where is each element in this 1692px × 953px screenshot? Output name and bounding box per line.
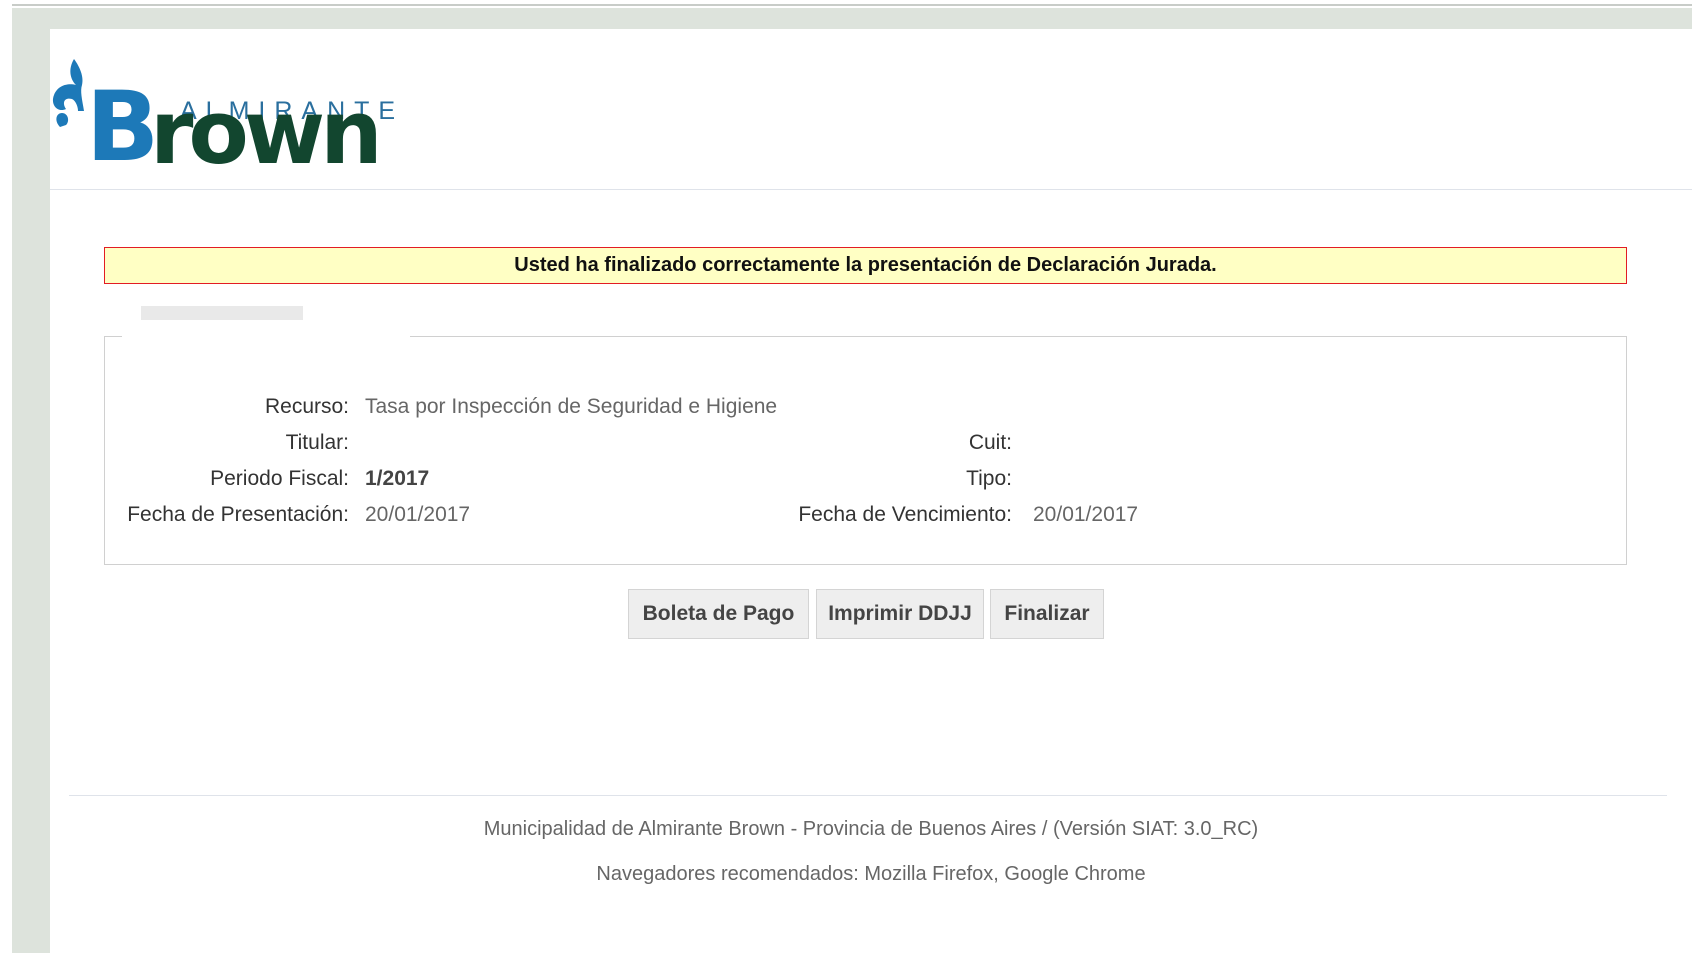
site-header: ALMIRANTE B rown: [50, 29, 1692, 190]
success-banner: Usted ha finalizado correctamente la pre…: [104, 247, 1627, 284]
cuit-value: [1033, 431, 1333, 455]
cuit-label: Cuit:: [968, 431, 1012, 454]
finalizar-button[interactable]: Finalizar: [990, 589, 1104, 639]
titular-label: Titular:: [285, 431, 349, 454]
footer-divider: [69, 795, 1667, 796]
periodo-fiscal-value: 1/2017: [365, 467, 430, 490]
fieldset-legend: [141, 306, 303, 320]
tipo-value: [1033, 467, 1333, 491]
window-top-border: [12, 4, 1692, 6]
recurso-label: Recurso:: [264, 395, 349, 418]
almirante-brown-logo[interactable]: ALMIRANTE B rown: [50, 55, 395, 183]
fecha-vencimiento-value: 20/01/2017: [1033, 503, 1139, 526]
fieldset-legend-gap: [122, 333, 410, 339]
main-page: ALMIRANTE B rown Usted ha finalizado cor…: [50, 29, 1692, 953]
footer-municipality-text: Municipalidad de Almirante Brown - Provi…: [483, 818, 1259, 840]
footer-browsers-text: Navegadores recomendados: Mozilla Firefo…: [596, 863, 1146, 885]
imprimir-ddjj-button[interactable]: Imprimir DDJJ: [816, 589, 984, 639]
logo-word-rown: rown: [150, 81, 383, 184]
fecha-presentacion-value: 20/01/2017: [365, 503, 471, 526]
fecha-vencimiento-label: Fecha de Vencimiento:: [798, 503, 1012, 526]
logo-letter-b: B: [86, 71, 159, 183]
fecha-presentacion-label: Fecha de Presentación:: [127, 503, 349, 526]
tipo-label: Tipo:: [966, 467, 1012, 490]
recurso-value: Tasa por Inspección de Seguridad e Higie…: [365, 395, 778, 418]
periodo-fiscal-label: Periodo Fiscal:: [210, 467, 349, 490]
boleta-de-pago-button[interactable]: Boleta de Pago: [628, 589, 809, 639]
